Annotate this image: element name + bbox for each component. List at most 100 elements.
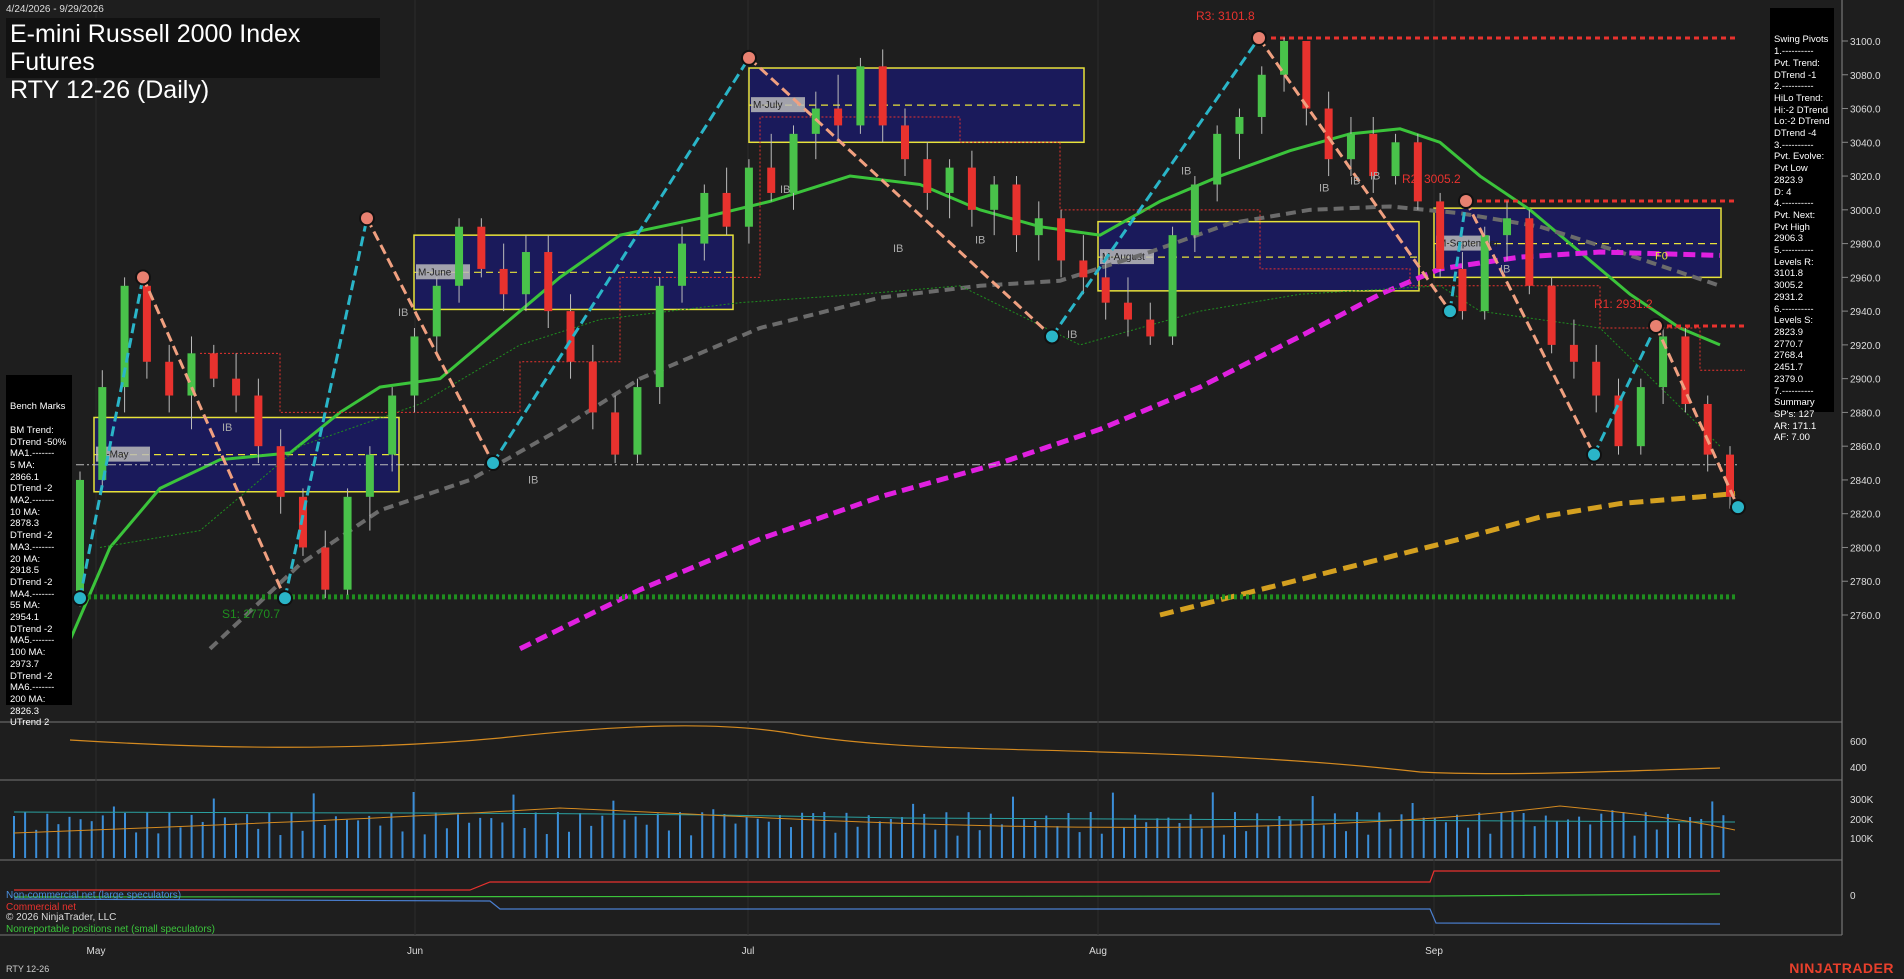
vol-tick-2: 100K [1850, 834, 1874, 845]
y-tick-label-12: 2860.0 [1850, 442, 1881, 453]
candle-body-37 [901, 125, 909, 160]
swing-pivot-line-3: DTrend -1 [1774, 69, 1817, 81]
candle-body-60 [1413, 142, 1422, 202]
y-tick-label-10: 2900.0 [1850, 375, 1881, 386]
monthly-box-label-2: M-July [753, 100, 782, 111]
candle-body-13 [365, 454, 374, 497]
candle-body-68 [1592, 361, 1601, 396]
y-tick-label-9: 2920.0 [1850, 341, 1881, 352]
r3-level-label: R3: 3101.8 [1196, 9, 1255, 23]
bench-mark-line-20: MA5.------- [10, 635, 55, 647]
ib-label-11: IB [1500, 263, 1510, 275]
bench-mark-line-3: DTrend -50% [10, 436, 67, 448]
swing-pivot-line-1: 1.---------- [1774, 46, 1814, 58]
date-range: 4/24/2026 - 9/29/2026 [6, 4, 104, 15]
cot-tick-0: 0 [1850, 891, 1856, 902]
swing-pivot-dot-0 [72, 590, 88, 607]
swing-pivot-line-27: 2768.4 [1774, 350, 1804, 362]
candle-body-69 [1614, 395, 1623, 447]
bench-mark-line-7: DTrend -2 [10, 483, 53, 495]
ib-label-2: IB [528, 474, 538, 486]
ib-label-9: IB [1350, 176, 1360, 188]
ib-label-10: IB [1370, 170, 1380, 182]
bench-mark-line-0: Bench Marks [10, 401, 66, 413]
candle-body-24 [611, 412, 620, 455]
swing-pivot-dot-1 [135, 269, 151, 286]
bench-mark-line-13: 20 MA: [10, 553, 41, 565]
swing-pivot-line-29: 2379.0 [1774, 373, 1804, 385]
ib-label-6: IB [1067, 329, 1077, 341]
swing-pivot-line-0: Swing Pivots [1774, 34, 1829, 46]
candle-body-56 [1324, 108, 1333, 160]
candle-body-61 [1436, 201, 1445, 269]
x-tick-label-1: Jun [407, 946, 423, 957]
bench-mark-line-2: BM Trend: [10, 424, 54, 436]
candle-body-27 [678, 243, 687, 286]
swing-pivot-line-33: AR: 171.1 [1774, 420, 1817, 432]
candle-body-50 [1190, 184, 1199, 236]
y-tick-label-11: 2880.0 [1850, 408, 1881, 419]
candle-body-4 [165, 361, 174, 396]
candle-body-25 [633, 387, 642, 455]
y-tick-label-16: 2780.0 [1850, 577, 1881, 588]
candle-body-41 [990, 184, 999, 210]
swing-pivot-line-30: 7.---------- [1774, 385, 1814, 397]
swing-pivot-line-11: Pvt Low [1774, 163, 1808, 175]
candle-body-8 [254, 395, 263, 447]
candle-body-51 [1213, 133, 1222, 185]
swing-pivot-dot-2 [277, 590, 293, 607]
candle-body-46 [1101, 277, 1110, 303]
y-tick-label-6: 2980.0 [1850, 240, 1881, 251]
osc-tick-1: 400 [1850, 763, 1867, 774]
swing-pivot-line-19: Levels R: [1774, 256, 1814, 268]
y-tick-label-4: 3020.0 [1850, 172, 1881, 183]
swing-pivot-line-7: Lo:-2 DTrend [1774, 116, 1830, 128]
candle-body-57 [1346, 133, 1355, 160]
bench-mark-line-26: 2826.3 [10, 705, 40, 717]
copyright: © 2026 NinjaTrader, LLC [6, 912, 117, 923]
x-tick-label-3: Aug [1089, 946, 1107, 957]
swing-pivot-line-24: Levels S: [1774, 315, 1814, 327]
bench-mark-line-25: 200 MA: [10, 693, 46, 705]
candle-body-64 [1503, 218, 1512, 236]
swing-pivot-line-8: DTrend -4 [1774, 128, 1817, 140]
swing-pivot-line-20: 3101.8 [1774, 268, 1804, 280]
vol-tick-0: 300K [1850, 795, 1874, 806]
y-tick-label-3: 3040.0 [1850, 138, 1881, 149]
swing-pivot-line-10: Pvt. Evolve: [1774, 151, 1825, 163]
bench-marks-lines: Bench Marks BM Trend: DTrend -50% MA1.----… [10, 401, 68, 729]
swing-pivot-line-32: SP's: 127 [1774, 408, 1815, 420]
candle-body-22 [566, 311, 575, 362]
bench-mark-line-24: MA6.------- [10, 682, 55, 694]
candle-body-7 [232, 378, 241, 396]
swing-pivot-line-25: 2823.9 [1774, 326, 1804, 338]
candle-body-15 [410, 336, 419, 396]
bench-mark-line-5: 5 MA: [10, 459, 35, 471]
swing-pivot-line-26: 2770.7 [1774, 338, 1804, 350]
swing-pivot-dot-5 [741, 49, 757, 66]
candle-body-62 [1458, 268, 1467, 312]
candle-body-9 [276, 446, 285, 497]
candle-body-19 [499, 268, 508, 295]
x-tick-label-4: Sep [1425, 946, 1443, 957]
x-tick-label-0: May [87, 946, 106, 957]
candle-body-6 [209, 353, 218, 379]
swing-pivot-line-34: AF: 7.00 [1774, 432, 1810, 444]
swing-pivot-dot-8 [1442, 303, 1458, 320]
candle-body-12 [343, 496, 352, 590]
y-tick-label-2: 3060.0 [1850, 105, 1881, 116]
ib-label-3: IB [780, 184, 790, 196]
ib-label-8: IB [1319, 182, 1329, 194]
candle-body-39 [945, 167, 954, 193]
swing-pivot-line-9: 3.---------- [1774, 139, 1814, 151]
candle-body-52 [1235, 116, 1244, 134]
bench-mark-line-12: MA3.------- [10, 541, 55, 553]
candle-body-20 [521, 252, 530, 295]
candle-body-73 [1703, 403, 1712, 455]
chart-title: E-mini Russell 2000 Index Futures [10, 20, 301, 76]
y-tick-label-15: 2800.0 [1850, 543, 1881, 554]
cot-legend-nonreportable: Nonreportable positions net (small specu… [6, 924, 215, 935]
swing-pivot-dot-4 [485, 455, 501, 472]
y-tick-label-7: 2960.0 [1850, 273, 1881, 284]
candle-body-31 [767, 167, 776, 193]
